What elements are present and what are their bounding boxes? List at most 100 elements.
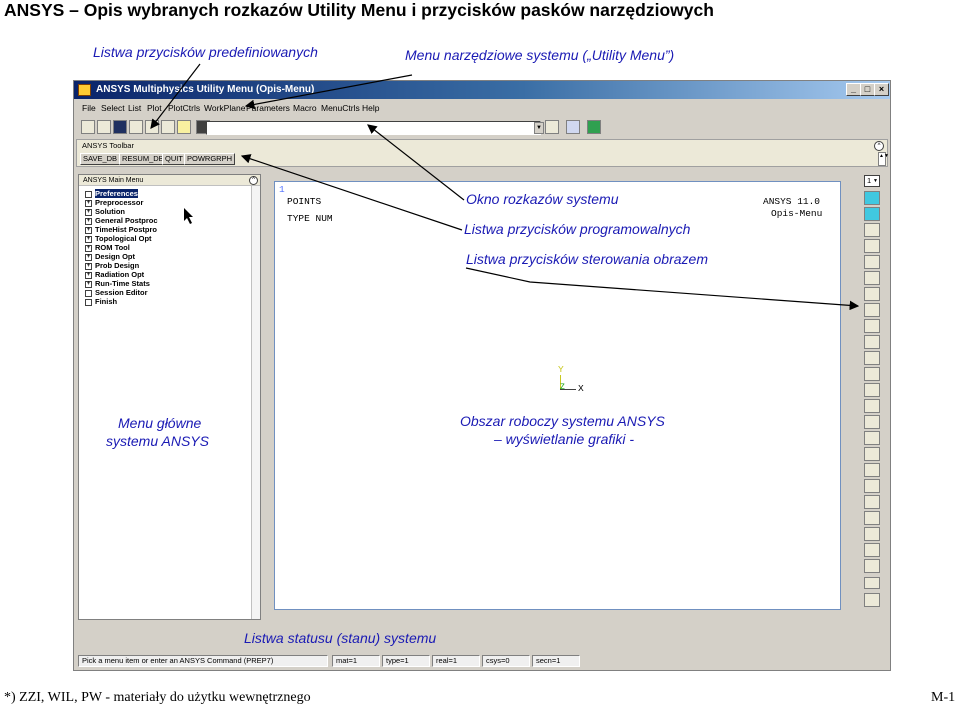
back-view-icon[interactable] xyxy=(864,239,880,253)
command-input[interactable] xyxy=(206,121,541,135)
main-menu-item-timehist-postpro[interactable]: + TimeHist Postpro xyxy=(85,225,157,234)
rotate-x-neg-icon[interactable] xyxy=(864,527,880,541)
quit-button[interactable]: QUIT xyxy=(162,153,186,165)
main-menu-item-solution[interactable]: + Solution xyxy=(85,207,125,216)
toolbar-scroll-icon[interactable]: ▲▼ xyxy=(878,152,889,166)
rate-select-icon[interactable] xyxy=(864,577,880,589)
main-menu-item-rom-tool[interactable]: + ROM Tool xyxy=(85,243,130,252)
rotate-z-icon[interactable] xyxy=(864,511,880,525)
rotate-y-icon[interactable] xyxy=(864,495,880,509)
rotate-x-icon[interactable] xyxy=(864,479,880,493)
win-zoom-icon[interactable] xyxy=(864,367,880,381)
iso-view-icon[interactable] xyxy=(864,191,880,205)
save-db-button[interactable]: SAVE_DB xyxy=(80,153,121,165)
resum-db-button[interactable]: RESUM_DB xyxy=(119,153,167,165)
print-icon[interactable] xyxy=(145,120,159,134)
box-zoom-icon[interactable] xyxy=(864,351,880,365)
save-icon[interactable] xyxy=(113,120,127,134)
zoom-icon[interactable] xyxy=(864,335,880,349)
annotation-workspace-line2: – wyświetlanie grafiki - xyxy=(494,431,635,447)
annotation-view-control-toolbar: Listwa przycisków sterowania obrazem xyxy=(466,251,708,267)
main-menu-item-preprocessor[interactable]: + Preprocessor xyxy=(85,198,143,207)
status-mat: mat=1 xyxy=(332,655,380,667)
expand-plus-icon: + xyxy=(85,280,92,288)
zoom-in-icon[interactable] xyxy=(864,383,880,397)
main-menu-item-general-postproc[interactable]: + General Postproc xyxy=(85,216,158,225)
main-menu-item-design-opt[interactable]: + Design Opt xyxy=(85,252,135,261)
window-select-dropdown-icon: ▼ xyxy=(873,178,878,184)
fit-view-icon[interactable] xyxy=(864,319,880,333)
rotate-z-neg-icon[interactable] xyxy=(864,559,880,573)
item-box-icon xyxy=(85,298,92,306)
graphics-window[interactable]: 1 POINTS TYPE NUM ANSYS 11.0 Opis-Menu Y… xyxy=(274,181,841,610)
contact-manager-icon[interactable] xyxy=(566,120,580,134)
main-menu-item-topological-opt[interactable]: + Topological Opt xyxy=(85,234,152,243)
main-menu-item-run-time-stats[interactable]: + Run-Time Stats xyxy=(85,279,150,288)
menu-help[interactable]: Help xyxy=(362,103,379,113)
annotation-workspace-line1: Obszar roboczy systemu ANSYS xyxy=(460,413,665,429)
maximize-button[interactable]: □ xyxy=(860,83,875,96)
main-menu-item-prob-design[interactable]: + Prob Design xyxy=(85,261,139,270)
bottom-view-icon[interactable] xyxy=(864,271,880,285)
annotation-utility-menu: Menu narzędziowe systemu („Utility Menu”… xyxy=(405,47,675,63)
menu-plot[interactable]: Plot xyxy=(147,103,162,113)
menu-parameters[interactable]: Parameters xyxy=(246,103,290,113)
open-file-icon[interactable] xyxy=(97,120,111,134)
command-history-dropdown-icon[interactable]: ▼ xyxy=(534,122,544,134)
graphics-version: ANSYS 11.0 xyxy=(763,196,821,207)
axis-y-label: Y xyxy=(558,364,564,375)
item-box-icon xyxy=(85,190,92,198)
top-view-icon[interactable] xyxy=(864,255,880,269)
oblique-view-icon[interactable] xyxy=(864,207,880,221)
expand-plus-icon: + xyxy=(85,253,92,261)
report-icon[interactable] xyxy=(161,120,175,134)
pan-down-icon[interactable] xyxy=(864,463,880,477)
front-view-icon[interactable] xyxy=(864,223,880,237)
pan-zoom-icon[interactable] xyxy=(129,120,143,134)
graphics-plot-type: POINTS xyxy=(287,196,322,207)
graphics-window-number: 1 xyxy=(279,184,285,195)
window-title: ANSYS Multiphysics Utility Menu (Opis-Me… xyxy=(74,81,890,99)
raise-hidden-icon[interactable] xyxy=(587,120,601,134)
main-menu-scrollbar[interactable] xyxy=(251,186,260,619)
ansys-app-icon xyxy=(78,84,91,96)
minimize-button[interactable]: _ xyxy=(846,83,861,96)
main-menu-item-preferences[interactable]: Preferences xyxy=(85,189,138,198)
powrgrph-button[interactable]: POWRGRPH xyxy=(184,153,235,165)
collapse-toolbar-icon[interactable]: ^ xyxy=(874,141,884,151)
ansys-toolbar-title: ANSYS Toolbar xyxy=(82,141,134,150)
command-execute-icon[interactable] xyxy=(545,120,559,134)
window-select[interactable]: 1 ▼ xyxy=(864,175,880,187)
rotate-y-neg-icon[interactable] xyxy=(864,543,880,557)
main-menu-panel: ANSYS Main Menu ^ Preferences + Preproces… xyxy=(78,174,261,620)
main-menu-item-finish[interactable]: Finish xyxy=(85,297,117,306)
left-view-icon[interactable] xyxy=(864,287,880,301)
status-real: real=1 xyxy=(432,655,480,667)
menu-plotctrls[interactable]: PlotCtrls xyxy=(168,103,200,113)
status-type: type=1 xyxy=(382,655,430,667)
menu-workplane[interactable]: WorkPlane xyxy=(204,103,245,113)
pan-up-icon[interactable] xyxy=(864,447,880,461)
menu-macro[interactable]: Macro xyxy=(293,103,317,113)
item-box-icon xyxy=(85,289,92,297)
dynamic-mode-icon[interactable] xyxy=(864,593,880,607)
menu-select[interactable]: Select xyxy=(101,103,125,113)
ansys-window: ANSYS Multiphysics Utility Menu (Opis-Me… xyxy=(73,80,891,671)
menu-list[interactable]: List xyxy=(128,103,141,113)
right-view-icon[interactable] xyxy=(864,303,880,317)
help-icon[interactable] xyxy=(177,120,191,134)
zoom-out-icon[interactable] xyxy=(864,399,880,413)
close-button[interactable]: × xyxy=(874,83,889,96)
new-file-icon[interactable] xyxy=(81,120,95,134)
main-menu-item-radiation-opt[interactable]: + Radiation Opt xyxy=(85,270,144,279)
collapse-main-menu-icon[interactable]: ^ xyxy=(249,176,258,185)
axis-z-label: Z xyxy=(560,383,565,392)
menu-menuctrls[interactable]: MenuCtrls xyxy=(321,103,360,113)
main-menu-item-session-editor[interactable]: Session Editor xyxy=(85,288,148,297)
pan-left-icon[interactable] xyxy=(864,415,880,429)
annotation-predefined-toolbar: Listwa przycisków predefiniowanych xyxy=(93,44,318,60)
menu-file[interactable]: File xyxy=(82,103,96,113)
pan-right-icon[interactable] xyxy=(864,431,880,445)
graphics-numbering: TYPE NUM xyxy=(287,213,333,224)
annotation-programmable-toolbar: Listwa przycisków programowalnych xyxy=(464,221,691,237)
